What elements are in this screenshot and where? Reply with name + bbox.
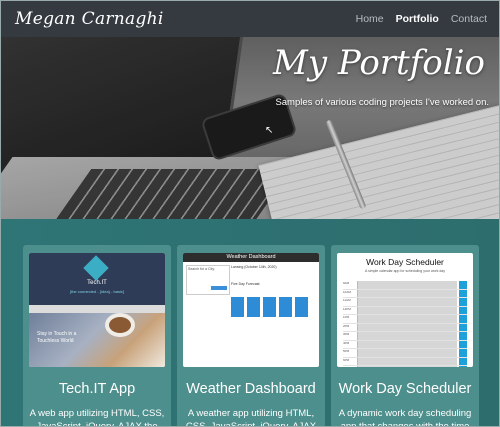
thumb-subheader: A simple calendar app for scheduling you… bbox=[365, 269, 445, 273]
time-block-row: 10AM bbox=[343, 289, 467, 298]
mouse-cursor-icon: ↖ bbox=[265, 125, 274, 136]
hour-label: 9AM bbox=[343, 281, 350, 285]
nav-link-home[interactable]: Home bbox=[350, 13, 390, 25]
nav-link-portfolio[interactable]: Portfolio bbox=[390, 13, 445, 25]
time-block-row: 7PM bbox=[343, 366, 467, 367]
nav-link-contact[interactable]: Contact bbox=[445, 13, 493, 25]
forecast-card bbox=[295, 297, 308, 317]
thumb-tagline: [the connected - {idea} - basic] bbox=[69, 289, 125, 294]
time-block-row: 11AM bbox=[343, 298, 467, 307]
project-thumbnail[interactable]: Weather Dashboard Search for a City: Lan… bbox=[183, 253, 319, 367]
project-description: A weather app utilizing HTML, CSS, JavaS… bbox=[185, 408, 317, 427]
thumb-time-rows: 9AM 10AM 11AM 12PM 1PM 2PM 3PM 4PM 5PM 6PM 7PM bbox=[343, 281, 467, 367]
time-block-row: 9AM bbox=[343, 281, 467, 290]
project-card-weather[interactable]: Weather Dashboard Search for a City: Lan… bbox=[177, 245, 325, 427]
navbar: Megan Carnaghi Home Portfolio Contact bbox=[1, 1, 499, 37]
hour-label: 3PM bbox=[343, 332, 350, 336]
save-icon bbox=[459, 323, 467, 331]
hour-label: 6PM bbox=[343, 357, 350, 362]
event-slot bbox=[357, 332, 457, 340]
hero-banner: My Portfolio Samples of various coding p… bbox=[1, 37, 499, 219]
time-block-row: 4PM bbox=[343, 340, 467, 349]
hour-label: 2PM bbox=[343, 323, 350, 328]
hero-title: My Portfolio bbox=[273, 43, 485, 83]
coffee-cup-icon bbox=[109, 317, 131, 333]
event-slot bbox=[357, 281, 457, 289]
event-slot bbox=[357, 340, 457, 348]
portfolio-section: Tech.IT [the connected - {idea} - basic]… bbox=[1, 219, 499, 427]
save-icon bbox=[459, 306, 467, 314]
hour-label: 5PM bbox=[343, 349, 350, 353]
page: Megan Carnaghi Home Portfolio Contact My… bbox=[0, 0, 500, 427]
save-icon bbox=[459, 332, 467, 340]
forecast-card bbox=[279, 297, 292, 317]
event-slot bbox=[357, 315, 457, 323]
event-slot bbox=[357, 289, 457, 297]
time-block-row: 2PM bbox=[343, 323, 467, 332]
hour-label: 7PM bbox=[343, 366, 355, 367]
thumb-search-button bbox=[211, 286, 227, 290]
save-icon bbox=[459, 281, 467, 289]
forecast-card bbox=[247, 297, 260, 317]
save-icon bbox=[459, 366, 467, 367]
time-block-row: 3PM bbox=[343, 332, 467, 341]
project-card-techit[interactable]: Tech.IT [the connected - {idea} - basic]… bbox=[23, 245, 171, 427]
project-title: Work Day Scheduler bbox=[338, 381, 472, 397]
project-card-scheduler[interactable]: Work Day Scheduler A simple calendar app… bbox=[331, 245, 479, 427]
project-description: A web app utilizing HTML, CSS, JavaScrip… bbox=[29, 408, 165, 427]
project-description: A dynamic work day scheduling app that c… bbox=[338, 408, 472, 427]
project-title: Tech.IT App bbox=[58, 381, 136, 397]
save-icon bbox=[459, 340, 467, 348]
event-slot bbox=[357, 323, 457, 331]
time-block-row: 5PM bbox=[343, 349, 467, 358]
event-slot bbox=[357, 349, 457, 357]
save-icon bbox=[459, 349, 467, 357]
time-block-row: 12PM bbox=[343, 306, 467, 315]
save-icon bbox=[459, 315, 467, 323]
hour-label: 4PM bbox=[343, 340, 350, 345]
event-slot bbox=[357, 306, 457, 314]
project-title: Weather Dashboard bbox=[186, 381, 316, 397]
event-slot bbox=[357, 357, 457, 365]
hour-label: 11AM bbox=[343, 298, 351, 302]
project-thumbnail[interactable]: Tech.IT [the connected - {idea} - basic]… bbox=[29, 253, 165, 367]
thumb-header: Work Day Scheduler bbox=[366, 257, 444, 267]
save-icon bbox=[459, 298, 467, 306]
project-thumbnail[interactable]: Work Day Scheduler A simple calendar app… bbox=[337, 253, 473, 367]
nav-links: Home Portfolio Contact bbox=[350, 13, 499, 25]
event-slot bbox=[357, 366, 457, 367]
time-block-row: 1PM bbox=[343, 315, 467, 324]
brand-name[interactable]: Megan Carnaghi bbox=[1, 9, 164, 29]
save-icon bbox=[459, 289, 467, 297]
event-slot bbox=[357, 298, 457, 306]
thumb-header: Weather Dashboard bbox=[183, 253, 319, 262]
hero-subtitle: Samples of various coding projects I've … bbox=[275, 97, 489, 108]
forecast-card bbox=[231, 297, 244, 317]
forecast-card bbox=[263, 297, 276, 317]
thumb-search-box: Search for a City: bbox=[186, 265, 230, 295]
time-block-row: 6PM bbox=[343, 357, 467, 366]
thumb-overlay-text: Stay in Touch in a Touchless World bbox=[37, 331, 77, 344]
save-icon bbox=[459, 357, 467, 365]
hour-label: 10AM bbox=[343, 289, 351, 294]
thumb-app-name: Tech.IT bbox=[87, 280, 107, 286]
hour-label: 12PM bbox=[343, 306, 351, 311]
thumb-weather-info: Lansing (October 14th, 2020) Five Day Fo… bbox=[231, 265, 277, 286]
hour-label: 1PM bbox=[343, 315, 350, 319]
